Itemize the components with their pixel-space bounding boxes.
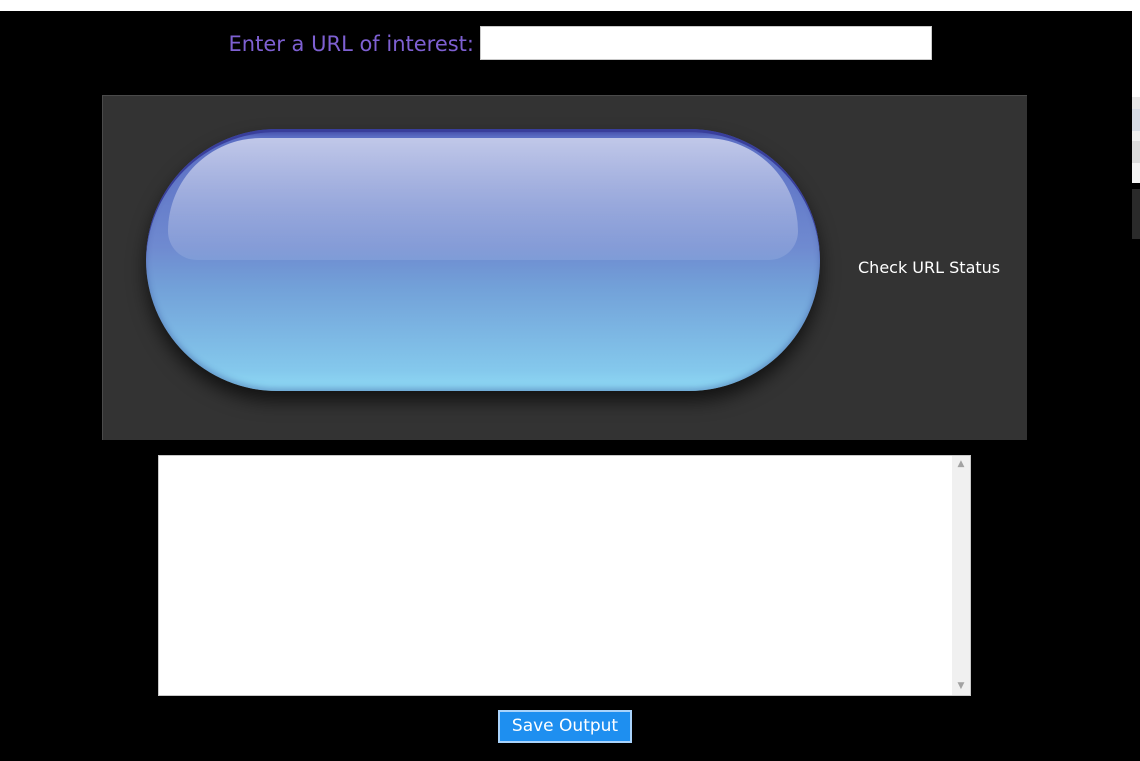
- check-url-status-button[interactable]: [146, 129, 820, 391]
- status-panel: Check URL Status: [102, 95, 1027, 440]
- output-textarea[interactable]: [159, 456, 952, 695]
- window-top-edge: [0, 0, 1140, 11]
- output-area: ▲ ▼: [158, 455, 971, 696]
- chevron-down-icon[interactable]: ▼: [952, 678, 970, 695]
- save-output-button[interactable]: Save Output: [498, 710, 632, 743]
- app-window: Enter a URL of interest: Check URL Statu…: [0, 0, 1140, 761]
- url-label: Enter a URL of interest:: [228, 32, 474, 56]
- url-input[interactable]: [480, 26, 932, 60]
- output-scrollbar[interactable]: ▲ ▼: [952, 456, 970, 695]
- chevron-up-icon[interactable]: ▲: [952, 456, 970, 473]
- background-window-fragment: [1132, 11, 1140, 761]
- check-url-status-label[interactable]: Check URL Status: [858, 258, 1000, 277]
